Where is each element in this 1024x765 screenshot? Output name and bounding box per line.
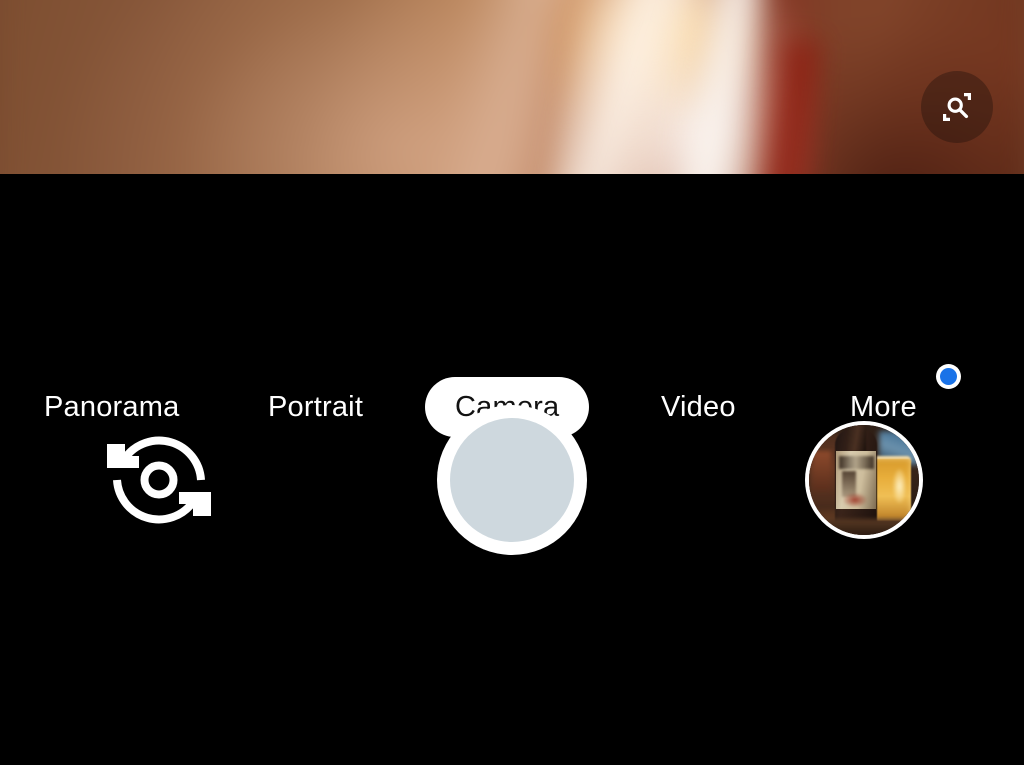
mode-selector-strip: Panorama Portrait Camera Video More — [0, 174, 1024, 437]
gallery-thumbnail-photo — [809, 425, 919, 535]
mode-tab-video[interactable]: Video — [661, 377, 736, 437]
camera-app-screen: Panorama Portrait Camera Video More — [0, 0, 1024, 765]
mode-tab-label: More — [850, 390, 917, 423]
mode-tab-portrait[interactable]: Portrait — [268, 377, 363, 437]
mode-tab-label: Portrait — [268, 390, 364, 423]
gallery-thumbnail-button[interactable] — [805, 421, 923, 539]
thumbnail-backdrop-left-accent — [813, 451, 831, 491]
thumbnail-beer-glass-highlight — [893, 469, 906, 503]
thumbnail-bottle-label-accent — [843, 493, 867, 507]
flip-camera-button[interactable] — [103, 424, 215, 536]
thumbnail-table-surface — [809, 519, 919, 535]
thumbnail-bottle-label-text — [839, 456, 874, 469]
camera-flip-icon — [103, 424, 215, 536]
notification-dot-fill — [940, 368, 957, 385]
lens-button[interactable] — [921, 71, 993, 143]
thumbnail-bottle-neck — [847, 425, 866, 451]
system-navigation-bar — [0, 680, 1024, 765]
mode-tab-label: Panorama — [44, 390, 180, 423]
shutter-button[interactable] — [437, 405, 587, 555]
lens-search-icon — [937, 87, 977, 127]
camera-viewfinder-preview[interactable] — [0, 0, 1024, 174]
shutter-button-inner — [450, 418, 574, 542]
mode-tab-label: Video — [661, 390, 736, 423]
more-notification-dot-icon — [936, 364, 961, 389]
viewfinder-image — [0, 0, 1024, 174]
